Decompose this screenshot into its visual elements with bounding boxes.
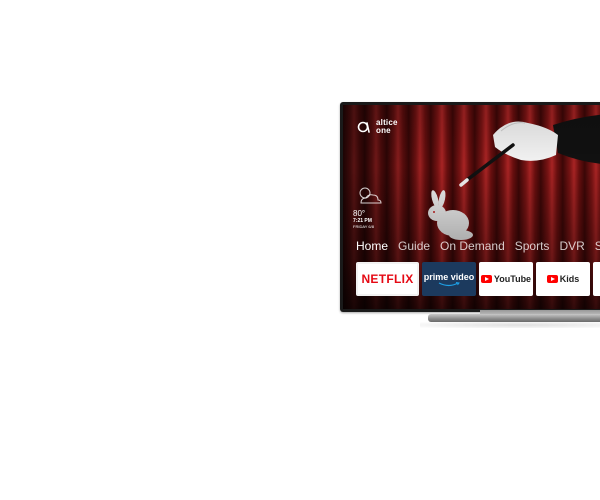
app-tile-prime-video[interactable]: prime video — [422, 262, 476, 296]
temperature: 80° — [353, 209, 366, 218]
nav-item-on-demand[interactable]: On Demand — [440, 239, 505, 253]
stand-shadow — [420, 322, 600, 328]
app-tiles-row: NETFLIX prime video YouTube Kids — [356, 262, 600, 296]
youtube-play-icon — [480, 275, 492, 283]
youtube-kids-play-icon — [546, 275, 558, 283]
nav-item-dvr[interactable]: DVR — [559, 239, 584, 253]
clock-date: FRIDAY 6/8 — [353, 224, 374, 229]
brand-wordmark: altice one — [376, 119, 398, 135]
weather-time-widget: 80° 7:21 PM FRIDAY 6/8 — [353, 183, 383, 229]
page: altice one 80° 7:21 PM FRIDAY 6/8 Home G… — [0, 0, 600, 500]
netflix-label: NETFLIX — [361, 272, 414, 286]
kids-label: Kids — [559, 274, 580, 284]
brand-line2: one — [376, 126, 391, 135]
app-tile-partial[interactable] — [593, 262, 600, 296]
nav-item-home[interactable]: Home — [356, 239, 388, 253]
youtube-label: YouTube — [493, 274, 532, 284]
tv-screen: altice one 80° 7:21 PM FRIDAY 6/8 Home G… — [343, 105, 600, 309]
tv-bezel: altice one 80° 7:21 PM FRIDAY 6/8 Home G… — [340, 102, 600, 312]
amazon-smile-icon — [438, 281, 460, 286]
app-tile-youtube-kids[interactable]: Kids — [536, 262, 590, 296]
nav-item-search[interactable]: Se — [595, 239, 600, 253]
partly-cloudy-icon — [359, 187, 382, 204]
tv-stand-base — [428, 314, 600, 322]
nav-item-sports[interactable]: Sports — [515, 239, 550, 253]
television: altice one 80° 7:21 PM FRIDAY 6/8 Home G… — [340, 102, 600, 328]
main-nav: Home Guide On Demand Sports DVR Se — [356, 239, 600, 253]
prime-video-label: prime video — [423, 271, 475, 282]
nav-item-guide[interactable]: Guide — [398, 239, 430, 253]
app-tile-netflix[interactable]: NETFLIX — [356, 262, 419, 296]
app-tile-youtube[interactable]: YouTube — [479, 262, 533, 296]
altice-one-logo: altice one — [357, 119, 398, 135]
altice-logo-icon — [357, 121, 370, 133]
